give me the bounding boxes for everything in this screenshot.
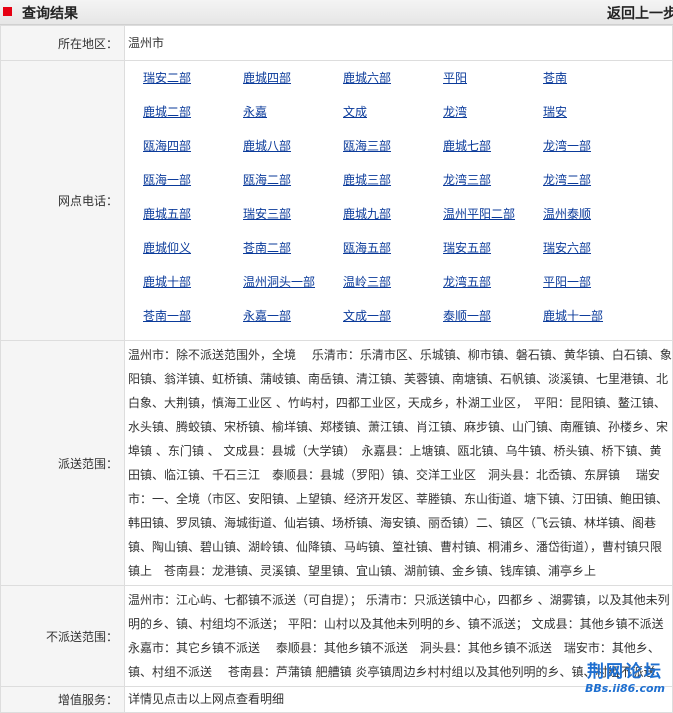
outlet-link[interactable]: 龙湾五部 xyxy=(443,272,543,306)
outlet-link[interactable]: 苍南一部 xyxy=(143,306,243,340)
region-row: 所在地区： 温州市 xyxy=(0,25,673,61)
outlet-link[interactable]: 瓯海一部 xyxy=(143,170,243,204)
outlet-link[interactable]: 温州平阳二部 xyxy=(443,204,543,238)
outlet-link[interactable]: 鹿城五部 xyxy=(143,204,243,238)
outlet-link[interactable]: 温岭三部 xyxy=(343,272,443,306)
outlet-link[interactable]: 瑞安二部 xyxy=(143,68,243,102)
outlet-link[interactable]: 鹿城七部 xyxy=(443,136,543,170)
nodelivery-row: 不派送范围： 温州市：江心屿、七都镇不派送（可自提）； 乐清市：只派送镇中心，四… xyxy=(0,585,673,687)
results-header: 查询结果 返回上一步 xyxy=(0,0,673,25)
delivery-row: 派送范围： 温州市：除不派送范围外，全境 乐清市：乐清市区、乐城镇、柳市镇、磐石… xyxy=(0,340,673,586)
outlet-link[interactable]: 瓯海五部 xyxy=(343,238,443,272)
outlet-link[interactable]: 龙湾 xyxy=(443,102,543,136)
outlet-link[interactable]: 鹿城九部 xyxy=(343,204,443,238)
outlet-link[interactable]: 平阳 xyxy=(443,68,543,102)
outlets-label: 网点电话： xyxy=(0,60,125,341)
nodelivery-label: 不派送范围： xyxy=(0,585,125,687)
value-added-row: 增值服务： 详情见点击以上网点查看明细 xyxy=(0,686,673,713)
outlet-link[interactable]: 鹿城六部 xyxy=(343,68,443,102)
outlet-link[interactable]: 鹿城三部 xyxy=(343,170,443,204)
results-table: 所在地区： 温州市 网点电话： 瑞安二部 鹿城四部 鹿城六部 平阳 苍南 鹿城二部 永嘉 文成… xyxy=(0,25,673,713)
outlet-link[interactable]: 瓯海四部 xyxy=(143,136,243,170)
outlets-cell: 瑞安二部 鹿城四部 鹿城六部 平阳 苍南鹿城二部 永嘉 文成 龙湾 瑞安瓯海四部 鹿城八部 瓯海三部… xyxy=(124,60,673,341)
region-label: 所在地区： xyxy=(0,25,125,61)
outlet-link[interactable]: 苍南二部 xyxy=(243,238,343,272)
outlet-link[interactable]: 瑞安三部 xyxy=(243,204,343,238)
outlet-link[interactable]: 鹿城十部 xyxy=(143,272,243,306)
outlet-link[interactable]: 温州泰顺 xyxy=(543,204,643,238)
outlet-link[interactable]: 龙湾一部 xyxy=(543,136,643,170)
page-title: 查询结果 xyxy=(22,6,78,22)
outlets-row: 网点电话： 瑞安二部 鹿城四部 鹿城六部 平阳 苍南 鹿城二部 永嘉 文成 龙湾 瑞安 瓯海四部 鹿城… xyxy=(0,60,673,341)
outlet-link[interactable]: 温州洞头一部 xyxy=(243,272,343,306)
outlet-link[interactable]: 瓯海二部 xyxy=(243,170,343,204)
outlet-link[interactable]: 鹿城二部 xyxy=(143,102,243,136)
outlet-link[interactable]: 瓯海三部 xyxy=(343,136,443,170)
outlet-link[interactable]: 鹿城八部 xyxy=(243,136,343,170)
outlet-link-grid: 瑞安二部 鹿城四部 鹿城六部 平阳 苍南鹿城二部 永嘉 文成 龙湾 瑞安瓯海四部 鹿城八部 瓯海三部… xyxy=(128,62,672,340)
outlet-link[interactable]: 泰顺一部 xyxy=(443,306,543,340)
region-value: 温州市 xyxy=(124,25,673,61)
outlet-link[interactable]: 鹿城十一部 xyxy=(543,306,643,340)
outlet-link[interactable]: 平阳一部 xyxy=(543,272,643,306)
red-square-icon xyxy=(3,7,12,16)
outlet-link[interactable]: 龙湾三部 xyxy=(443,170,543,204)
outlet-link[interactable]: 永嘉 xyxy=(243,102,343,136)
outlet-link[interactable]: 永嘉一部 xyxy=(243,306,343,340)
outlet-link[interactable]: 文成 xyxy=(343,102,443,136)
outlet-link[interactable]: 苍南 xyxy=(543,68,643,102)
outlet-link[interactable]: 瑞安六部 xyxy=(543,238,643,272)
outlet-link[interactable]: 瑞安 xyxy=(543,102,643,136)
outlet-link[interactable]: 鹿城四部 xyxy=(243,68,343,102)
value-added-label: 增值服务： xyxy=(0,686,125,713)
outlet-link[interactable]: 文成一部 xyxy=(343,306,443,340)
outlet-link[interactable]: 瑞安五部 xyxy=(443,238,543,272)
outlet-link[interactable]: 鹿城仰义 xyxy=(143,238,243,272)
back-link[interactable]: 返回上一步 xyxy=(607,3,673,23)
nodelivery-text: 温州市：江心屿、七都镇不派送（可自提）； 乐清市：只派送镇中心，四都乡 、湖雾镇… xyxy=(124,585,673,687)
delivery-label: 派送范围： xyxy=(0,340,125,586)
outlet-link[interactable]: 龙湾二部 xyxy=(543,170,643,204)
delivery-text: 温州市：除不派送范围外，全境 乐清市：乐清市区、乐城镇、柳市镇、磐石镇、黄华镇、… xyxy=(124,340,673,586)
value-added-text: 详情见点击以上网点查看明细 xyxy=(124,686,673,713)
